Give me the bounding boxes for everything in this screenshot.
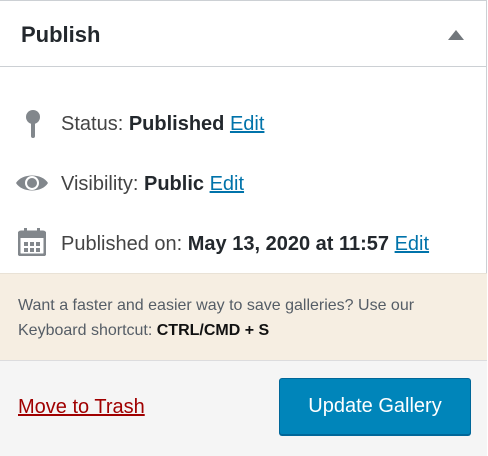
published-on-row: Published on: May 13, 2020 at 11:57 Edit [0,227,487,261]
visibility-row: Visibility: Public Edit [0,167,487,201]
visibility-value: Public [144,173,205,195]
visibility-label: Visibility: [61,173,139,195]
triangle-up-icon[interactable] [448,30,464,40]
notice-shortcut: CTRL/CMD + S [156,322,270,339]
update-gallery-button[interactable]: Update Gallery [279,378,471,435]
pin-icon [26,110,40,138]
published-on-value: May 13, 2020 at 11:57 [187,233,390,255]
panel-title: Publish [21,22,101,47]
move-to-trash-link[interactable]: Move to Trash [18,394,145,420]
publish-actions: Move to Trash Update Gallery [0,361,487,456]
eye-icon [16,175,48,191]
status-text: Status: Published Edit [61,111,264,137]
visibility-edit-link[interactable]: Edit [210,173,244,195]
published-on-edit-link[interactable]: Edit [395,233,429,255]
status-edit-link[interactable]: Edit [230,113,264,135]
shortcut-notice: Want a faster and easier way to save gal… [0,273,487,361]
published-on-text: Published on: May 13, 2020 at 11:57 Edit [61,231,429,257]
visibility-text: Visibility: Public Edit [61,171,244,197]
calendar-icon [18,228,46,256]
status-row: Status: Published Edit [0,107,487,141]
panel-header: Publish [0,1,487,67]
status-label: Status: [61,113,124,135]
publish-panel: Publish Status: Published Edit Visibilit… [0,0,487,456]
status-value: Published [128,113,225,135]
published-on-label: Published on: [61,233,183,255]
